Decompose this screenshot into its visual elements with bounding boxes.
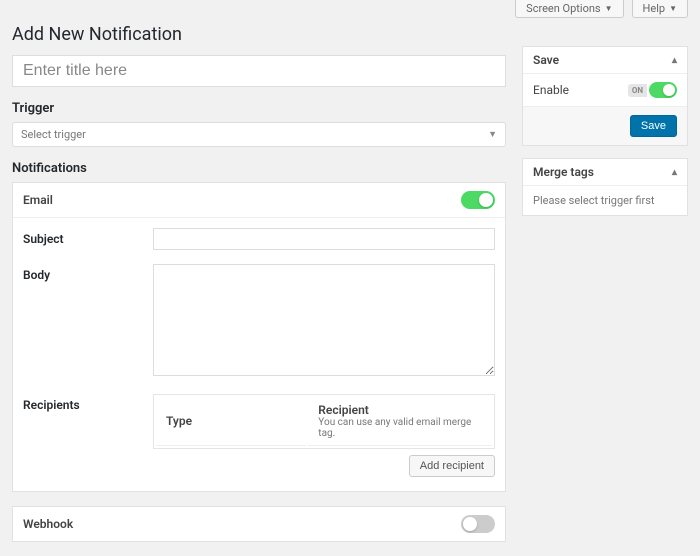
subject-input[interactable] (153, 228, 495, 250)
body-textarea[interactable] (153, 264, 495, 376)
toggle-knob (463, 517, 477, 531)
on-badge: ON (628, 84, 647, 97)
recipients-label: Recipients (23, 394, 153, 412)
page-title: Add New Notification (12, 18, 506, 55)
screen-options-button[interactable]: Screen Options ▼ (515, 0, 623, 18)
webhook-label: Webhook (23, 517, 73, 531)
notifications-heading: Notifications (12, 161, 506, 176)
col-recipient-header: Recipient You can use any valid email me… (308, 397, 492, 446)
email-notification-box: Email Subject Body (12, 182, 506, 492)
merge-tags-title: Merge tags (533, 165, 594, 179)
toggle-knob (479, 193, 493, 207)
webhook-notification-box: Webhook (12, 506, 506, 542)
recipients-table: Type Recipient You can use any valid ema… (153, 394, 495, 449)
body-label: Body (23, 264, 153, 282)
collapse-icon[interactable]: ▴ (672, 167, 677, 178)
toggle-knob (663, 84, 675, 96)
caret-down-icon: ▼ (669, 4, 677, 13)
collapse-icon[interactable]: ▴ (672, 55, 677, 66)
add-recipient-button[interactable]: Add recipient (409, 455, 495, 477)
merge-tags-placeholder: Please select trigger first (533, 194, 655, 207)
help-button[interactable]: Help ▼ (632, 0, 688, 18)
save-box-title: Save (533, 53, 559, 67)
save-box: Save ▴ Enable ON Save (522, 46, 688, 146)
col-type-header: Type (156, 397, 306, 446)
enable-label: Enable (533, 83, 569, 97)
trigger-heading: Trigger (12, 101, 506, 116)
merge-tags-box: Merge tags ▴ Please select trigger first (522, 158, 688, 216)
webhook-toggle[interactable] (461, 515, 495, 533)
enable-toggle[interactable] (649, 82, 677, 98)
email-toggle[interactable] (461, 191, 495, 209)
subject-label: Subject (23, 228, 153, 246)
trigger-select[interactable]: Select trigger ▼ (12, 122, 506, 147)
caret-down-icon: ▼ (488, 129, 497, 140)
notification-title-input[interactable] (12, 55, 506, 87)
help-label: Help (643, 2, 666, 15)
email-label: Email (23, 193, 53, 207)
caret-down-icon: ▼ (605, 4, 613, 13)
trigger-select-placeholder: Select trigger (21, 128, 86, 141)
screen-options-label: Screen Options (526, 2, 600, 15)
save-button[interactable]: Save (630, 115, 677, 137)
